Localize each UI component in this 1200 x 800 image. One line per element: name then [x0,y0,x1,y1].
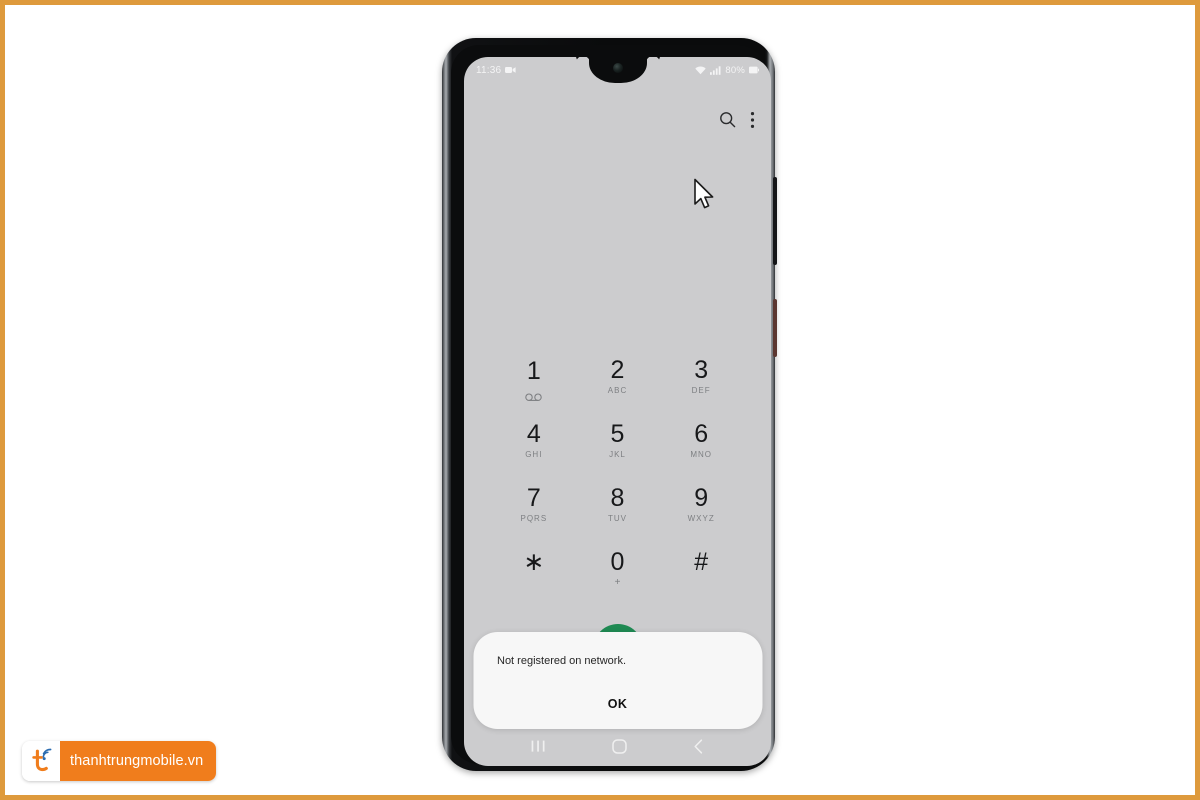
signal-icon [710,65,721,75]
voicemail-icon [525,388,543,401]
search-icon[interactable] [719,111,736,133]
dialog-ok-button[interactable]: OK [580,691,656,717]
key-7[interactable]: 7 PQRS [492,473,576,537]
key-letters: DEF [691,386,711,395]
phone-bezel: 11:36 80% 1 2 ABC 3 DEF 4 GHI 5 JKL 6 MN… [451,45,771,766]
key-3[interactable]: 3 DEF [659,345,743,409]
key-0[interactable]: 0 + [576,537,660,601]
key-digit: 9 [694,484,709,512]
watermark-text: thanhtrungmobile.vn [60,741,217,781]
key-digit: 0 [610,548,625,576]
key-5[interactable]: 5 JKL [576,409,660,473]
key-1[interactable]: 1 [492,345,576,409]
key-digit: 7 [526,484,541,512]
key-letters: ABC [607,386,628,395]
key-8[interactable]: 8 TUV [576,473,660,537]
key-digit: ∗ [523,548,545,576]
key-digit: # [694,548,709,576]
volume-button[interactable] [773,177,777,265]
key-letters: JKL [609,450,626,459]
dialog-actions: OK [473,691,762,717]
key-letters: + [614,577,621,588]
key-2[interactable]: 2 ABC [576,345,660,409]
key-digit: 1 [526,356,541,385]
key-digit: 5 [610,420,625,448]
screen-recorder-icon [505,66,516,74]
battery-icon [749,66,759,74]
back-icon[interactable] [693,738,704,754]
alert-dialog: Not registered on network. OK [473,632,762,729]
phone-device: 11:36 80% 1 2 ABC 3 DEF 4 GHI 5 JKL 6 MN… [442,38,777,771]
key-letters: TUV [607,514,627,523]
dialog-message: Not registered on network. [497,655,627,667]
key-hash[interactable]: # [659,537,743,601]
page-canvas: 11:36 80% 1 2 ABC 3 DEF 4 GHI 5 JKL 6 MN… [0,0,1200,800]
status-bar-left: 11:36 [476,65,516,76]
key-star[interactable]: ∗ [492,537,576,601]
key-digit: 8 [610,484,625,512]
status-bar-right: 80% [695,65,759,76]
key-digit: 6 [694,420,709,448]
home-icon[interactable] [612,738,627,754]
battery-percent-label: 80% [725,64,745,76]
key-letters: WXYZ [687,514,715,523]
wifi-icon [695,66,707,75]
key-letters: MNO [690,450,712,459]
thanhtrung-logo-icon [22,741,60,781]
status-time: 11:36 [476,64,502,76]
dial-keypad: 1 2 ABC 3 DEF 4 GHI 5 JKL 6 MNO 7 PQRS 8… [464,345,771,601]
recents-icon[interactable] [531,740,546,753]
key-digit: 4 [526,420,541,448]
power-button[interactable] [773,299,777,357]
key-letters: PQRS [520,514,548,523]
more-vertical-icon[interactable] [750,111,755,134]
key-letters: GHI [525,450,543,459]
key-4[interactable]: 4 GHI [492,409,576,473]
system-nav-bar [464,726,771,766]
watermark-badge: thanhtrungmobile.vn [22,741,217,781]
key-digit: 3 [694,356,709,384]
dialer-app-bar [464,102,771,142]
phone-screen: 11:36 80% 1 2 ABC 3 DEF 4 GHI 5 JKL 6 MN… [464,57,771,766]
key-digit: 2 [610,356,625,384]
key-6[interactable]: 6 MNO [659,409,743,473]
front-camera-icon [612,63,623,73]
key-9[interactable]: 9 WXYZ [659,473,743,537]
